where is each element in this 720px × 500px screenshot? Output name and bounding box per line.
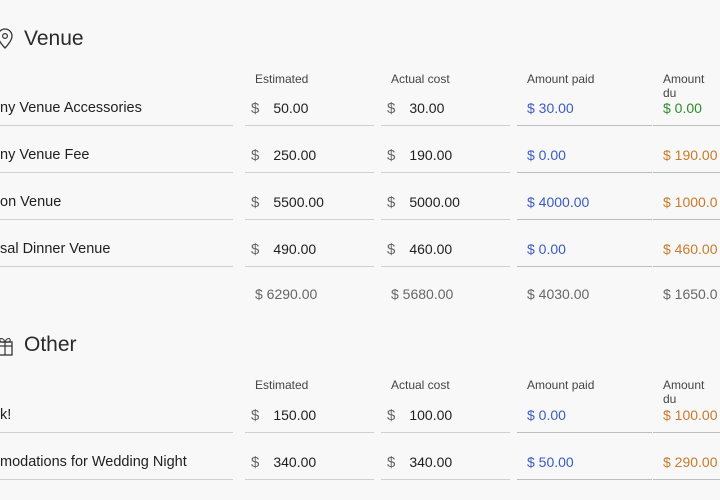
actual-cost-field[interactable]: $ 340.00	[381, 445, 510, 480]
currency-symbol: $	[251, 406, 260, 424]
actual-cost-value: 30.00	[409, 100, 445, 116]
amount-paid-field[interactable]: $ 50.00	[517, 445, 652, 480]
estimated-field[interactable]: $ 5500.00	[245, 185, 374, 220]
currency-symbol: $	[387, 406, 396, 424]
amount-due-value: $ 0.00	[653, 91, 720, 126]
amount-paid-field[interactable]: $ 30.00	[517, 91, 652, 126]
total-actual-cost: $ 5680.00	[391, 286, 454, 302]
estimated-field[interactable]: $ 490.00	[245, 232, 374, 267]
currency-symbol: $	[387, 453, 396, 471]
actual-cost-field[interactable]: $ 5000.00	[381, 185, 510, 220]
currency-symbol: $	[251, 193, 260, 211]
currency-symbol: $	[387, 146, 396, 164]
table-row: ny Venue Accessories $ 50.00 $ 30.00 $ 3…	[0, 91, 720, 138]
venue-header-paid: Amount paid	[527, 72, 595, 86]
table-row: sal Dinner Venue $ 490.00 $ 460.00 $ 0.0…	[0, 232, 720, 279]
currency-symbol: $	[251, 240, 260, 258]
currency-symbol: $	[251, 453, 260, 471]
venue-header-estimated: Estimated	[255, 72, 309, 86]
amount-paid-field[interactable]: $ 4000.00	[517, 185, 652, 220]
map-pin-icon	[0, 27, 14, 51]
other-header-estimated: Estimated	[255, 378, 309, 392]
estimated-field[interactable]: $ 340.00	[245, 445, 374, 480]
table-row: ny Venue Fee $ 250.00 $ 190.00 $ 0.00 $ …	[0, 138, 720, 185]
currency-symbol: $	[251, 146, 260, 164]
item-name-field[interactable]: k!	[0, 398, 233, 433]
total-amount-due: $ 1650.0	[663, 286, 718, 302]
currency-symbol: $	[387, 193, 396, 211]
estimated-value: 340.00	[273, 454, 317, 470]
table-row: on Venue $ 5500.00 $ 5000.00 $ 4000.00 $…	[0, 185, 720, 232]
gift-box-icon	[0, 333, 14, 357]
actual-cost-value: 100.00	[409, 407, 453, 423]
amount-due-value: $ 190.00	[653, 138, 720, 173]
amount-paid-field[interactable]: $ 0.00	[517, 232, 652, 267]
actual-cost-field[interactable]: $ 30.00	[381, 91, 510, 126]
table-row: modations for Wedding Night $ 340.00 $ 3…	[0, 445, 720, 492]
venue-section-title: Venue	[0, 27, 84, 51]
total-amount-paid: $ 4030.00	[527, 286, 590, 302]
actual-cost-value: 340.00	[409, 454, 453, 470]
estimated-value: 150.00	[273, 407, 317, 423]
estimated-value: 490.00	[273, 241, 317, 257]
estimated-field[interactable]: $ 250.00	[245, 138, 374, 173]
actual-cost-field[interactable]: $ 460.00	[381, 232, 510, 267]
item-name-field[interactable]: ny Venue Accessories	[0, 91, 233, 126]
venue-header-actual: Actual cost	[391, 72, 450, 86]
actual-cost-value: 460.00	[409, 241, 453, 257]
amount-paid-field[interactable]: $ 0.00	[517, 138, 652, 173]
estimated-value: 5500.00	[273, 194, 324, 210]
item-name-field[interactable]: sal Dinner Venue	[0, 232, 233, 267]
other-section-title: Other	[0, 333, 77, 357]
currency-symbol: $	[387, 99, 396, 117]
actual-cost-field[interactable]: $ 190.00	[381, 138, 510, 173]
currency-symbol: $	[251, 99, 260, 117]
total-estimated: $ 6290.00	[255, 286, 318, 302]
item-name-field[interactable]: on Venue	[0, 185, 233, 220]
currency-symbol: $	[387, 240, 396, 258]
venue-title-text: Venue	[24, 27, 84, 50]
amount-due-value: $ 290.00	[653, 445, 720, 480]
amount-due-value: $ 100.00	[653, 398, 720, 433]
other-header-paid: Amount paid	[527, 378, 595, 392]
actual-cost-value: 5000.00	[409, 194, 460, 210]
other-title-text: Other	[24, 333, 77, 356]
actual-cost-field[interactable]: $ 100.00	[381, 398, 510, 433]
estimated-field[interactable]: $ 50.00	[245, 91, 374, 126]
actual-cost-value: 190.00	[409, 147, 453, 163]
amount-due-value: $ 460.00	[653, 232, 720, 267]
amount-due-value: $ 1000.0	[653, 185, 720, 220]
item-name-field[interactable]: modations for Wedding Night	[0, 445, 233, 480]
table-row: k! $ 150.00 $ 100.00 $ 0.00 $ 100.00	[0, 398, 720, 445]
item-name-field[interactable]: ny Venue Fee	[0, 138, 233, 173]
estimated-field[interactable]: $ 150.00	[245, 398, 374, 433]
estimated-value: 250.00	[273, 147, 317, 163]
estimated-value: 50.00	[273, 100, 309, 116]
budget-page: Venue Estimated Actual cost Amount paid …	[0, 0, 720, 500]
amount-paid-field[interactable]: $ 0.00	[517, 398, 652, 433]
other-header-actual: Actual cost	[391, 378, 450, 392]
